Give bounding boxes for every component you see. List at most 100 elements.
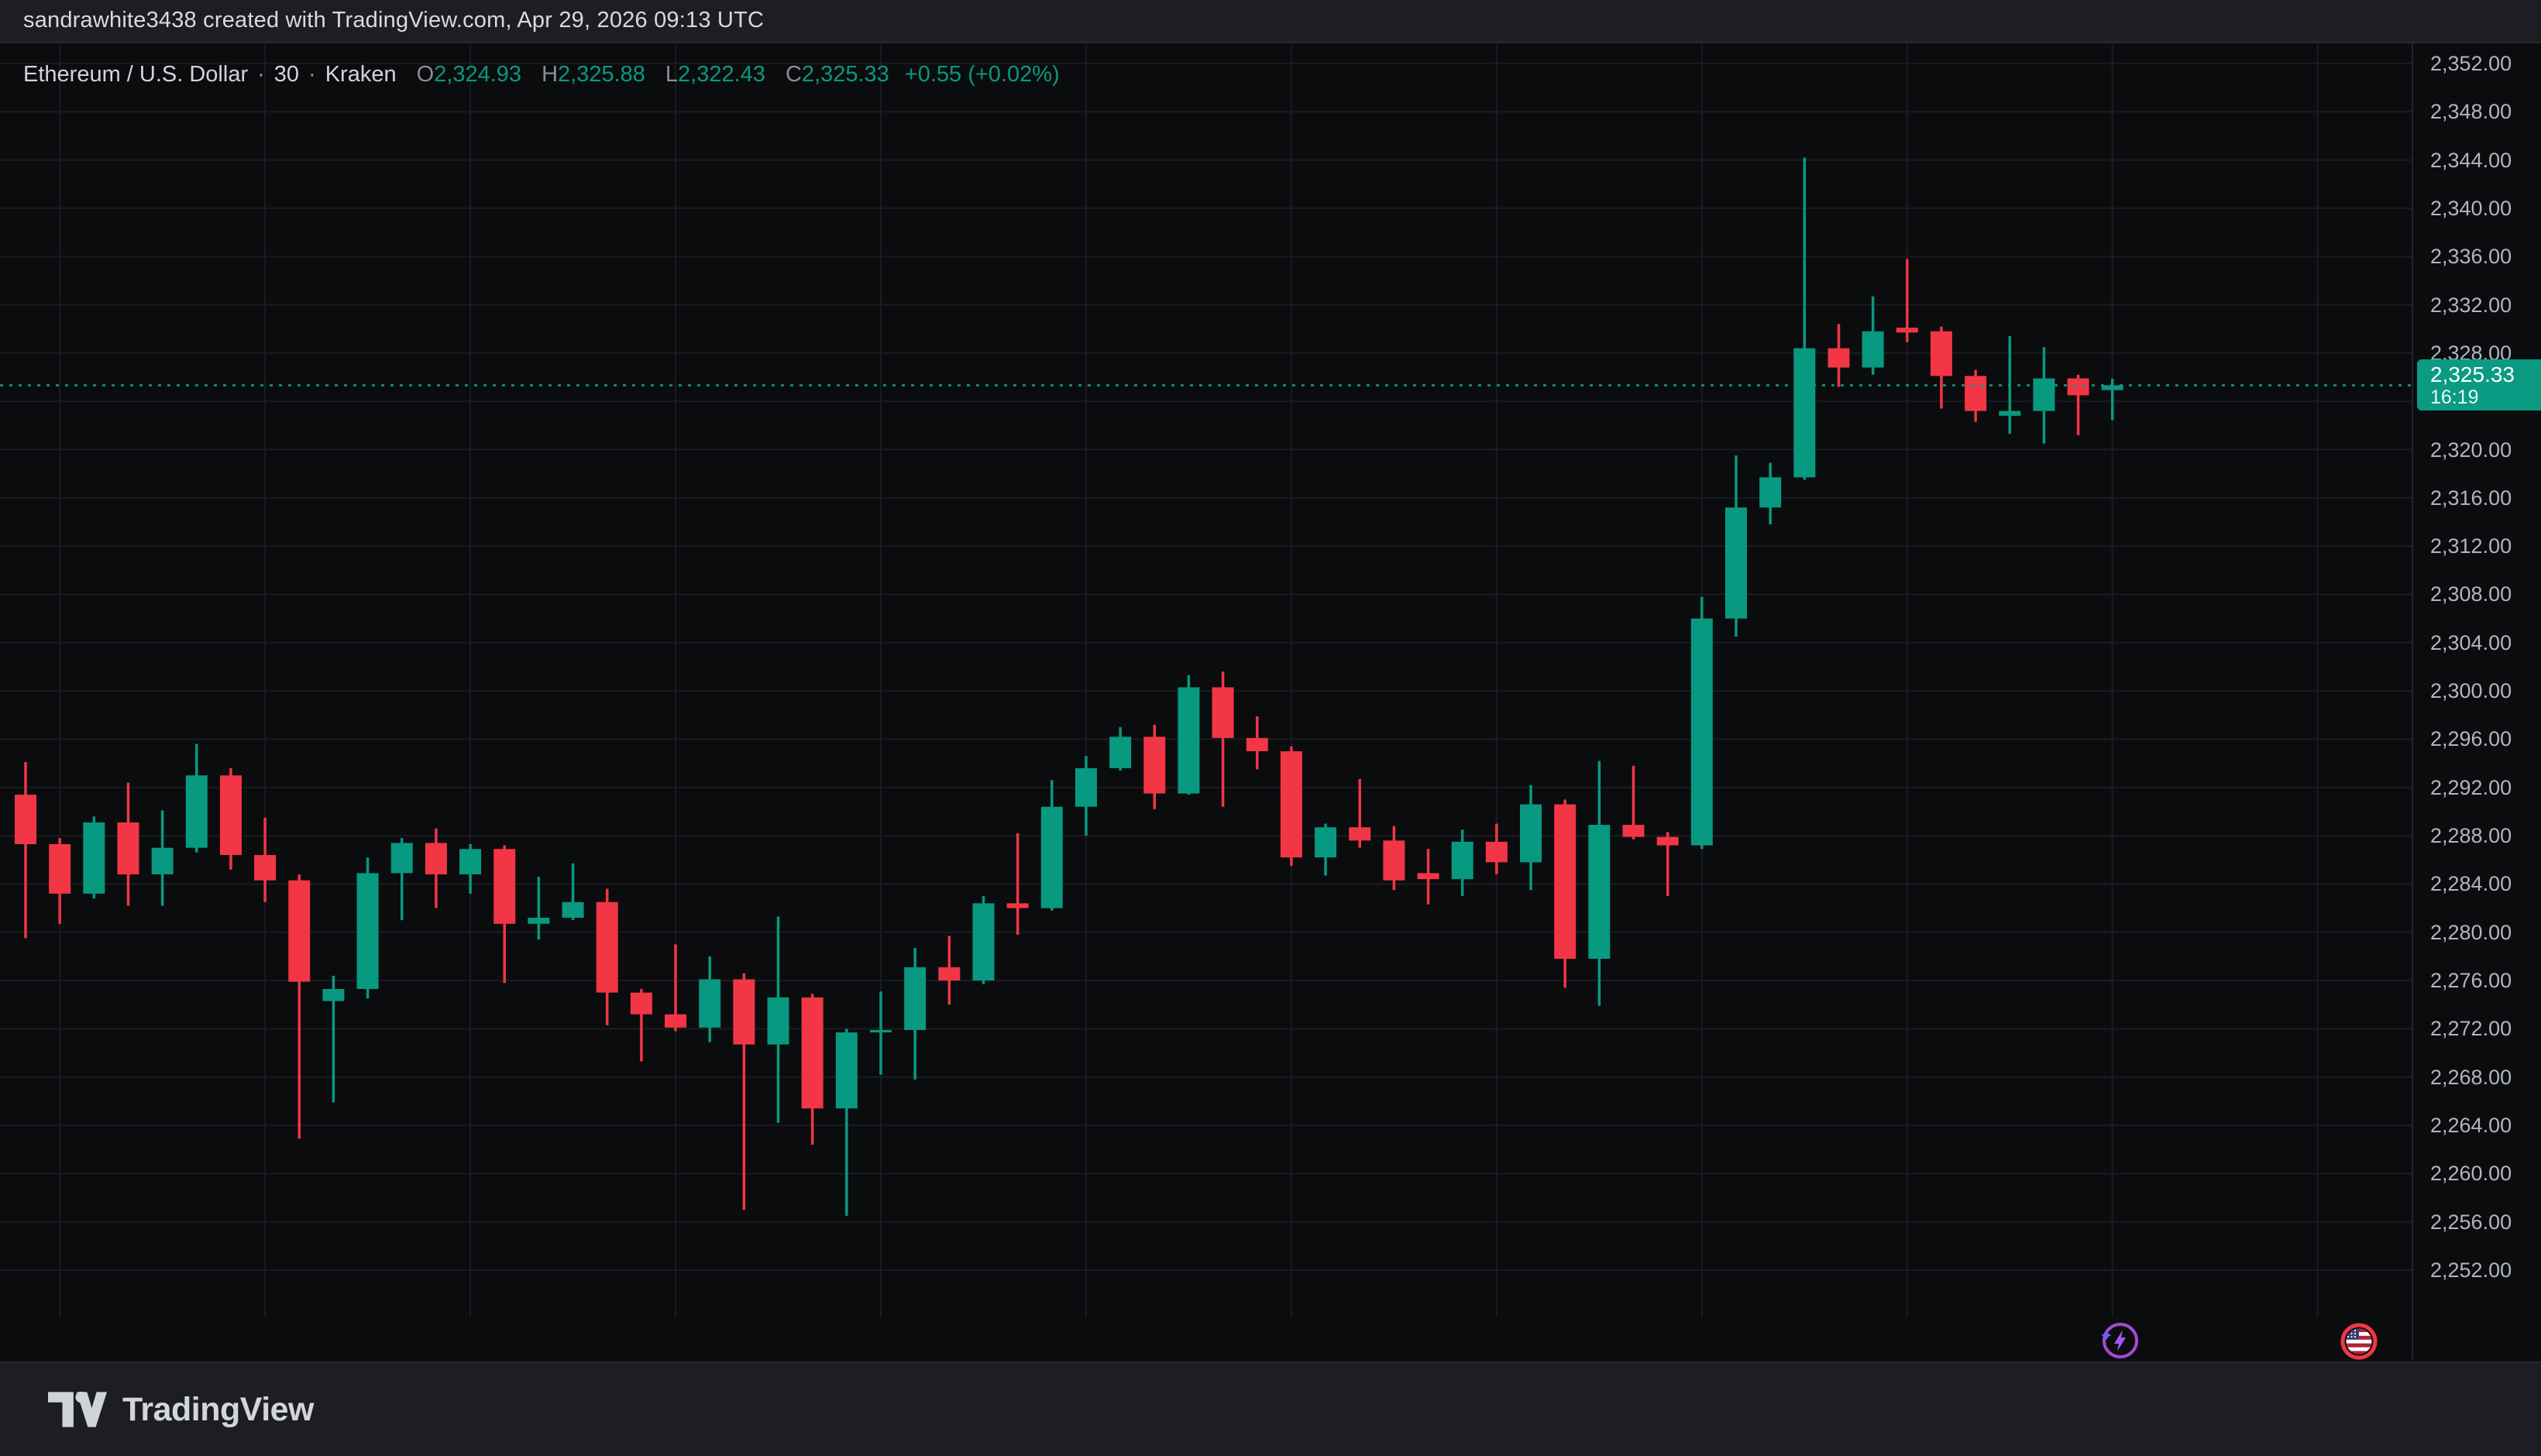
- last-price-value: 2,325.33: [2430, 362, 2541, 386]
- candle-body: [802, 998, 824, 1108]
- candle-body: [186, 775, 208, 847]
- bar-countdown: 16:19: [2430, 386, 2541, 408]
- price-axis-label: 2,272.00: [2430, 1016, 2512, 1041]
- interval-value[interactable]: 30: [274, 62, 299, 88]
- price-axis-label: 2,308.00: [2430, 582, 2512, 606]
- candle-body: [254, 855, 276, 881]
- candle-body: [1007, 903, 1029, 908]
- flash-event-icon[interactable]: [2098, 1320, 2141, 1363]
- price-change: +0.55 (+0.02%): [905, 62, 1060, 88]
- candle-body: [1486, 842, 1508, 862]
- candle-body: [972, 903, 994, 980]
- candle-body: [1691, 619, 1713, 846]
- candle-body: [220, 775, 242, 855]
- candle-body: [391, 843, 413, 873]
- price-axis-label: 2,296.00: [2430, 726, 2512, 751]
- price-axis-label: 2,252.00: [2430, 1258, 2512, 1283]
- last-price-tag: 2,325.33 16:19: [2417, 359, 2541, 410]
- candle-body: [1520, 805, 1542, 863]
- candle-body: [1999, 411, 2020, 416]
- candle-body: [1212, 687, 1234, 737]
- candle-body: [1588, 825, 1610, 959]
- candle-body: [1931, 331, 1952, 376]
- candle-body: [1246, 738, 1268, 751]
- candle-body: [15, 795, 36, 844]
- candle-body: [1281, 751, 1302, 857]
- candle-body: [2033, 379, 2054, 411]
- chart-canvas[interactable]: Ethereum / U.S. Dollar·30·Kraken O2,324.…: [0, 43, 2541, 1359]
- candle-body: [665, 1015, 686, 1028]
- candlestick-chart[interactable]: [0, 43, 2412, 1359]
- us-flag-event-icon[interactable]: [2337, 1320, 2381, 1363]
- candle-body: [1315, 827, 1336, 857]
- candle-body: [904, 967, 926, 1030]
- candle-body: [1554, 805, 1576, 959]
- price-axis-label: 2,292.00: [2430, 775, 2512, 800]
- ohlc-low: L2,322.43: [665, 62, 765, 88]
- price-axis[interactable]: 2,325.33 16:19 2,352.002,348.002,344.002…: [2412, 43, 2541, 1359]
- candle-body: [1143, 737, 1165, 793]
- ohlc-high: H2,325.88: [542, 62, 645, 88]
- candle-body: [49, 844, 70, 894]
- candle-body: [493, 849, 515, 924]
- candle-body: [528, 918, 549, 924]
- candle-body: [1725, 507, 1747, 618]
- attribution-bar: sandrawhite3438 created with TradingView…: [0, 0, 2541, 43]
- price-axis-label: 2,348.00: [2430, 99, 2512, 124]
- candle-body: [2068, 379, 2089, 396]
- legend-separator: ·: [248, 62, 274, 88]
- ohlc-open: O2,324.93: [417, 62, 521, 88]
- price-axis-label: 2,260.00: [2430, 1161, 2512, 1186]
- candle-body: [1418, 873, 1439, 879]
- candle-body: [1178, 687, 1199, 793]
- candle-body: [357, 873, 379, 989]
- price-axis-label: 2,284.00: [2430, 871, 2512, 896]
- candle-body: [1759, 477, 1781, 507]
- candle-body: [631, 993, 652, 1015]
- candle-body: [117, 822, 139, 874]
- symbol-legend[interactable]: Ethereum / U.S. Dollar·30·Kraken O2,324.…: [23, 62, 1060, 88]
- candle-body: [562, 902, 584, 918]
- candle-body: [1041, 807, 1063, 908]
- price-axis-label: 2,288.00: [2430, 823, 2512, 848]
- price-axis-label: 2,336.00: [2430, 244, 2512, 269]
- candle-body: [768, 998, 789, 1045]
- candle-body: [459, 849, 481, 874]
- candle-body: [1896, 328, 1918, 332]
- candle-body: [1965, 376, 1986, 410]
- candle-body: [597, 902, 618, 993]
- candle-body: [1623, 825, 1645, 837]
- candle-body: [1862, 331, 1884, 368]
- price-axis-label: 2,264.00: [2430, 1113, 2512, 1138]
- price-axis-label: 2,332.00: [2430, 293, 2512, 318]
- candle-body: [1109, 737, 1131, 768]
- price-axis-label: 2,276.00: [2430, 968, 2512, 993]
- candle-body: [425, 843, 447, 874]
- candle-body: [1383, 840, 1405, 880]
- candle-body: [1452, 842, 1473, 879]
- price-axis-label: 2,268.00: [2430, 1065, 2512, 1090]
- candle-body: [870, 1030, 892, 1032]
- legend-separator: ·: [299, 62, 325, 88]
- symbol-name[interactable]: Ethereum / U.S. Dollar: [23, 62, 248, 88]
- tradingview-logo-mark: [48, 1392, 107, 1427]
- tradingview-snapshot: { "attribution": "sandrawhite3438 create…: [0, 0, 2541, 1454]
- candle-body: [152, 848, 174, 874]
- candle-body: [1349, 827, 1370, 840]
- candle-body: [83, 822, 105, 894]
- tradingview-logo-text: TradingView: [122, 1391, 314, 1429]
- price-axis-label: 2,320.00: [2430, 438, 2512, 462]
- price-axis-label: 2,304.00: [2430, 630, 2512, 655]
- candle-body: [322, 989, 344, 1001]
- price-axis-label: 2,340.00: [2430, 196, 2512, 221]
- attribution-text: sandrawhite3438 created with TradingView…: [23, 8, 764, 33]
- candle-body: [1657, 837, 1679, 846]
- candle-body: [1828, 349, 1849, 368]
- price-axis-label: 2,256.00: [2430, 1210, 2512, 1235]
- exchange-name[interactable]: Kraken: [325, 62, 397, 88]
- candle-body: [288, 881, 310, 982]
- price-axis-label: 2,352.00: [2430, 51, 2512, 76]
- candle-body: [1793, 349, 1815, 478]
- price-axis-label: 2,312.00: [2430, 534, 2512, 558]
- tradingview-logo: TradingView: [48, 1391, 314, 1429]
